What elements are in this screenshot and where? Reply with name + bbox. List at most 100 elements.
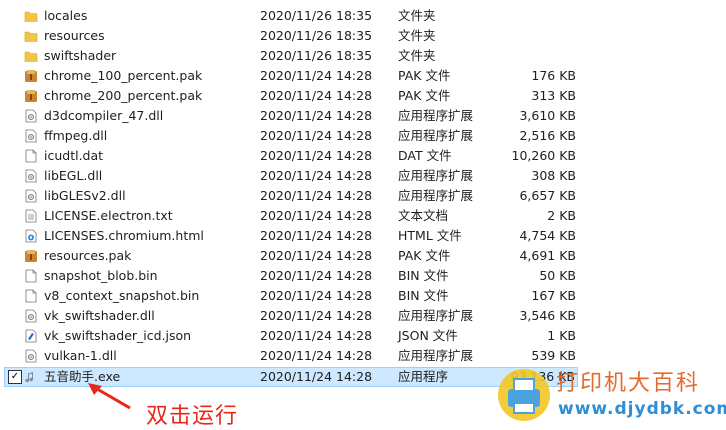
file-size: 167 KB	[531, 288, 576, 303]
file-type: BIN 文件	[398, 288, 449, 303]
file-row[interactable]: vk_swiftshader_icd.json 2020/11/24 14:28 J…	[0, 326, 726, 346]
file-size: 50 KB	[539, 268, 576, 283]
annotation-text: 双击运行	[146, 404, 239, 429]
dll-file-icon	[24, 109, 38, 123]
file-row[interactable]: ffmpeg.dll 2020/11/24 14:28 应用程序扩展 2,516 KB	[0, 126, 726, 146]
dll-file-icon	[24, 129, 38, 143]
dll-file-icon	[24, 169, 38, 183]
blank-file-icon	[24, 289, 38, 303]
file-name: locales	[44, 8, 88, 23]
watermark: 打印机大百科 www.djydbk.com	[486, 359, 726, 429]
file-type: PAK 文件	[398, 68, 451, 83]
file-size: 10,260 KB	[511, 148, 576, 163]
file-size: 176 KB	[531, 68, 576, 83]
file-row[interactable]: d3dcompiler_47.dll 2020/11/24 14:28 应用程序扩展…	[0, 106, 726, 126]
file-date: 2020/11/26 18:35	[260, 28, 373, 43]
watermark-title: 打印机大百科	[556, 371, 701, 396]
file-row[interactable]: locales 2020/11/26 18:35 文件夹	[0, 6, 726, 26]
watermark-url: www.djydbk.com	[558, 399, 726, 419]
music-app-icon	[24, 370, 38, 384]
file-type: BIN 文件	[398, 268, 449, 283]
file-row[interactable]: LICENSES.chromium.html 2020/11/24 14:28 HT…	[0, 226, 726, 246]
file-name: d3dcompiler_47.dll	[44, 108, 164, 123]
file-row[interactable]: v8_context_snapshot.bin 2020/11/24 14:28 B…	[0, 286, 726, 306]
file-row[interactable]: icudtl.dat 2020/11/24 14:28 DAT 文件 10,260 K…	[0, 146, 726, 166]
file-name: chrome_100_percent.pak	[44, 68, 203, 83]
file-type: 应用程序扩展	[398, 108, 474, 123]
file-type: 文件夹	[398, 28, 436, 43]
file-name: LICENSE.electron.txt	[44, 208, 173, 223]
file-date: 2020/11/24 14:28	[260, 369, 373, 384]
blank-file-icon	[24, 149, 38, 163]
file-size: 3,546 KB	[519, 308, 576, 323]
file-type: 文件夹	[398, 8, 436, 23]
file-name: ffmpeg.dll	[44, 128, 108, 143]
file-size: 308 KB	[531, 168, 576, 183]
file-date: 2020/11/26 18:35	[260, 48, 373, 63]
file-date: 2020/11/24 14:28	[260, 228, 373, 243]
pak-file-icon	[24, 69, 38, 83]
file-list: locales 2020/11/26 18:35 文件夹 resources 2020/…	[0, 6, 726, 388]
file-type: DAT 文件	[398, 148, 452, 163]
file-row[interactable]: libGLESv2.dll 2020/11/24 14:28 应用程序扩展 6,657…	[0, 186, 726, 206]
file-date: 2020/11/24 14:28	[260, 168, 373, 183]
file-name: vulkan-1.dll	[44, 348, 117, 363]
file-name: icudtl.dat	[44, 148, 104, 163]
file-row[interactable]: vk_swiftshader.dll 2020/11/24 14:28 应用程序扩展…	[0, 306, 726, 326]
file-row[interactable]: swiftshader 2020/11/26 18:35 文件夹	[0, 46, 726, 66]
html-file-icon	[24, 229, 38, 243]
file-date: 2020/11/24 14:28	[260, 128, 373, 143]
file-name: snapshot_blob.bin	[44, 268, 158, 283]
file-name: resources.pak	[44, 248, 132, 263]
file-row[interactable]: resources 2020/11/26 18:35 文件夹	[0, 26, 726, 46]
file-row[interactable]: snapshot_blob.bin 2020/11/24 14:28 BIN 文件 5…	[0, 266, 726, 286]
file-name: LICENSES.chromium.html	[44, 228, 204, 243]
text-file-icon	[24, 209, 38, 223]
file-row[interactable]: LICENSE.electron.txt 2020/11/24 14:28 文本文档…	[0, 206, 726, 226]
file-date: 2020/11/24 14:28	[260, 328, 373, 343]
file-date: 2020/11/24 14:28	[260, 208, 373, 223]
file-date: 2020/11/26 18:35	[260, 8, 373, 23]
file-size: 4,691 KB	[519, 248, 576, 263]
folder-icon	[24, 29, 38, 43]
file-type: 应用程序	[398, 369, 449, 384]
file-row[interactable]: resources.pak 2020/11/24 14:28 PAK 文件 4,691…	[0, 246, 726, 266]
row-checkbox[interactable]: ✓	[8, 370, 22, 384]
file-date: 2020/11/24 14:28	[260, 308, 373, 323]
file-type: 应用程序扩展	[398, 348, 474, 363]
file-row[interactable]: libEGL.dll 2020/11/24 14:28 应用程序扩展 308 KB	[0, 166, 726, 186]
file-name: vk_swiftshader_icd.json	[44, 328, 192, 343]
file-size: 1 KB	[547, 328, 576, 343]
file-name: chrome_200_percent.pak	[44, 88, 203, 103]
file-type: 应用程序扩展	[398, 188, 474, 203]
arrow-icon	[84, 380, 134, 414]
file-date: 2020/11/24 14:28	[260, 248, 373, 263]
file-row[interactable]: chrome_100_percent.pak 2020/11/24 14:28 PA…	[0, 66, 726, 86]
file-date: 2020/11/24 14:28	[260, 268, 373, 283]
folder-icon	[24, 9, 38, 23]
file-date: 2020/11/24 14:28	[260, 348, 373, 363]
file-row[interactable]: chrome_200_percent.pak 2020/11/24 14:28 PA…	[0, 86, 726, 106]
blank-file-icon	[24, 269, 38, 283]
folder-icon	[24, 49, 38, 63]
printer-logo-icon	[498, 369, 550, 421]
file-name: swiftshader	[44, 48, 117, 63]
file-size: 4,754 KB	[519, 228, 576, 243]
file-date: 2020/11/24 14:28	[260, 148, 373, 163]
json-file-icon	[24, 329, 38, 343]
file-type: 应用程序扩展	[398, 128, 474, 143]
pak-file-icon	[24, 89, 38, 103]
file-size: 2 KB	[547, 208, 576, 223]
file-type: PAK 文件	[398, 248, 451, 263]
file-size: 6,657 KB	[519, 188, 576, 203]
dll-file-icon	[24, 309, 38, 323]
file-date: 2020/11/24 14:28	[260, 288, 373, 303]
file-size: 313 KB	[531, 88, 576, 103]
dll-file-icon	[24, 189, 38, 203]
file-date: 2020/11/24 14:28	[260, 108, 373, 123]
file-type: 文本文档	[398, 208, 449, 223]
file-date: 2020/11/24 14:28	[260, 68, 373, 83]
file-type: 应用程序扩展	[398, 308, 474, 323]
file-type: PAK 文件	[398, 88, 451, 103]
file-name: libEGL.dll	[44, 168, 103, 183]
